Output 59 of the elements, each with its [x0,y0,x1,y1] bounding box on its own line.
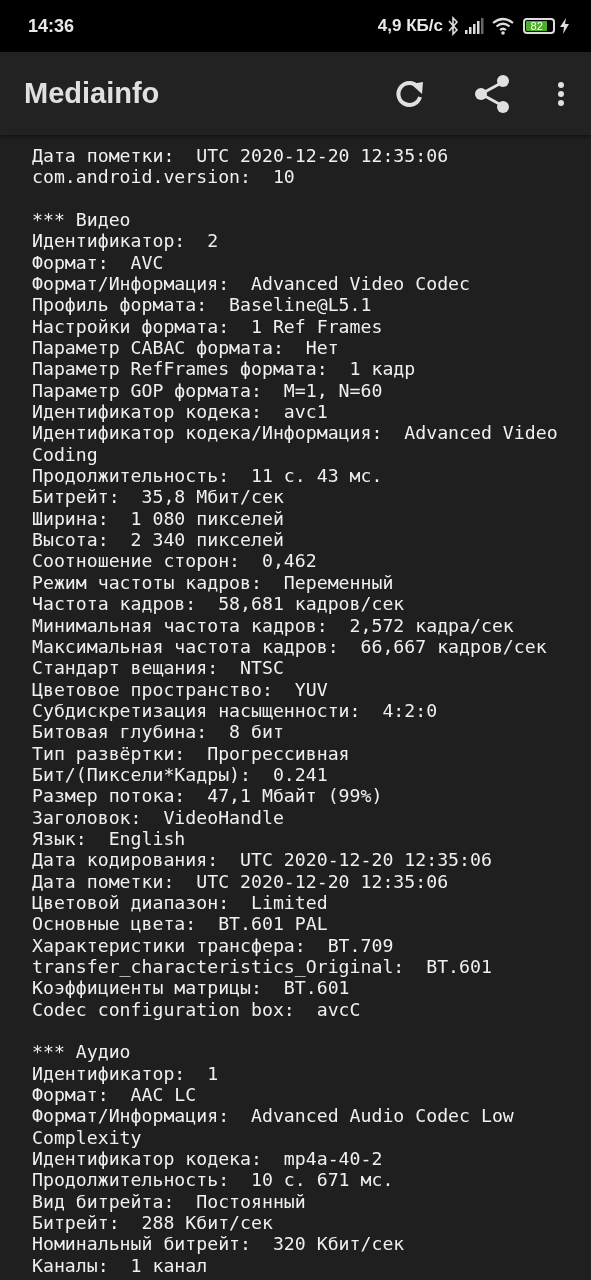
info-line: Субдискретизация насыщенности: 4:2:0 [32,699,439,722]
info-line: Битрейт: 35,8 Мбит/сек [32,486,285,508]
info-line: Настройки формата: 1 Ref Frames [32,315,384,338]
charging-icon [560,18,569,34]
signal-icon [464,18,486,34]
info-line: Идентификатор кодека/Информация: Advanced Video Coding [32,422,559,466]
info-line: Максимальная частота кадров: 66,667 кадров/сек [32,635,548,658]
info-line: Битовая глубина: 8 бит [32,721,285,743]
info-line: Коэффициенты матрицы: BT.601 [32,977,351,999]
info-line: Номинальный битрейт: 320 Кбит/сек [32,1233,406,1255]
info-line: Битрейт: 288 Кбит/сек [32,1212,274,1234]
info-line: Профиль формата: Baseline@L5.1 [32,294,373,316]
info-line: *** Аудио [32,1041,132,1063]
info-line: Каналы: 1 канал [32,1254,209,1277]
info-line: Формат/Информация: Advanced Video Codec [32,273,471,295]
info-line: Основные цвета: BT.601 PAL [32,913,329,935]
info-line: Язык: English [32,827,187,850]
info-line: Тип развёртки: Прогрессивная [32,742,351,764]
info-line: Режим частоты кадров: Переменный [32,571,395,594]
info-line: Характеристики трансфера: BT.709 [32,934,395,956]
network-speed: 4,9 КБ/с [377,16,443,36]
info-line: Параметр GOP формата: M=1, N=60 [32,379,384,402]
info-line: Цветовой диапазон: Limited [32,892,329,914]
info-line: Цветовое пространство: YUV [32,678,329,700]
info-line: Стандарт вещания: NTSC [32,657,285,679]
wifi-icon [491,17,515,35]
info-line: Параметр RefFrames формата: 1 кадр [32,358,417,380]
info-line: transfer_characteristics_Original: BT.601 [32,956,493,978]
info-line: Заголовок: VideoHandle [32,806,285,828]
more-icon[interactable] [557,80,565,107]
info-line: Бит/(Пиксели*Кадры): 0.241 [32,763,328,786]
app-title: Mediainfo [24,77,160,110]
info-line: *** Видео [32,209,132,231]
info-line: Идентификатор: 1 [32,1062,220,1085]
info-line: Дата пометки: UTC 2020-12-20 12:35:06 [32,870,450,892]
status-time: 14:36 [28,15,75,37]
info-line: Высота: 2 340 пикселей [32,529,285,551]
info-line: Формат: AVC [32,251,165,273]
info-line: Продолжительность: 10 с. 671 мс. [32,1169,395,1191]
info-line: Codec configuration box: avcC [32,998,362,1021]
info-line: com.android.version: 10 [32,166,296,188]
info-line: Идентификатор: 2 [32,230,220,252]
info-line: Минимальная частота кадров: 2,572 кадра/сек [32,614,515,636]
info-line: Идентификатор кодека: mp4a-40-2 [32,1148,384,1170]
info-line: Размер потока: 47,1 Мбайт (99%) [32,785,384,807]
info-line: Вид битрейта: Постоянный [32,1190,307,1213]
info-line: Соотношение сторон: 0,462 [32,550,318,572]
share-icon[interactable] [473,73,511,114]
info-line: Формат/Информация: Advanced Audio Codec Low Complexity [32,1105,515,1149]
info-line: Частота кадров: 58,681 кадров/сек [32,593,406,615]
info-line: Продолжительность: 11 с. 43 мс. [32,465,384,487]
info-line: Параметр CABAC формата: Нет [32,337,340,359]
battery-level: 82 [526,21,548,31]
info-line: Дата пометки: UTC 2020-12-20 12:35:06 [32,145,450,167]
info-line: Формат: AAC LC [32,1084,198,1106]
bluetooth-icon [448,16,459,36]
info-line: Дата кодирования: UTC 2020-12-20 12:35:06 [32,849,493,871]
info-line: Ширина: 1 080 пикселей [32,507,285,530]
info-line: Идентификатор кодека: avc1 [32,401,329,423]
